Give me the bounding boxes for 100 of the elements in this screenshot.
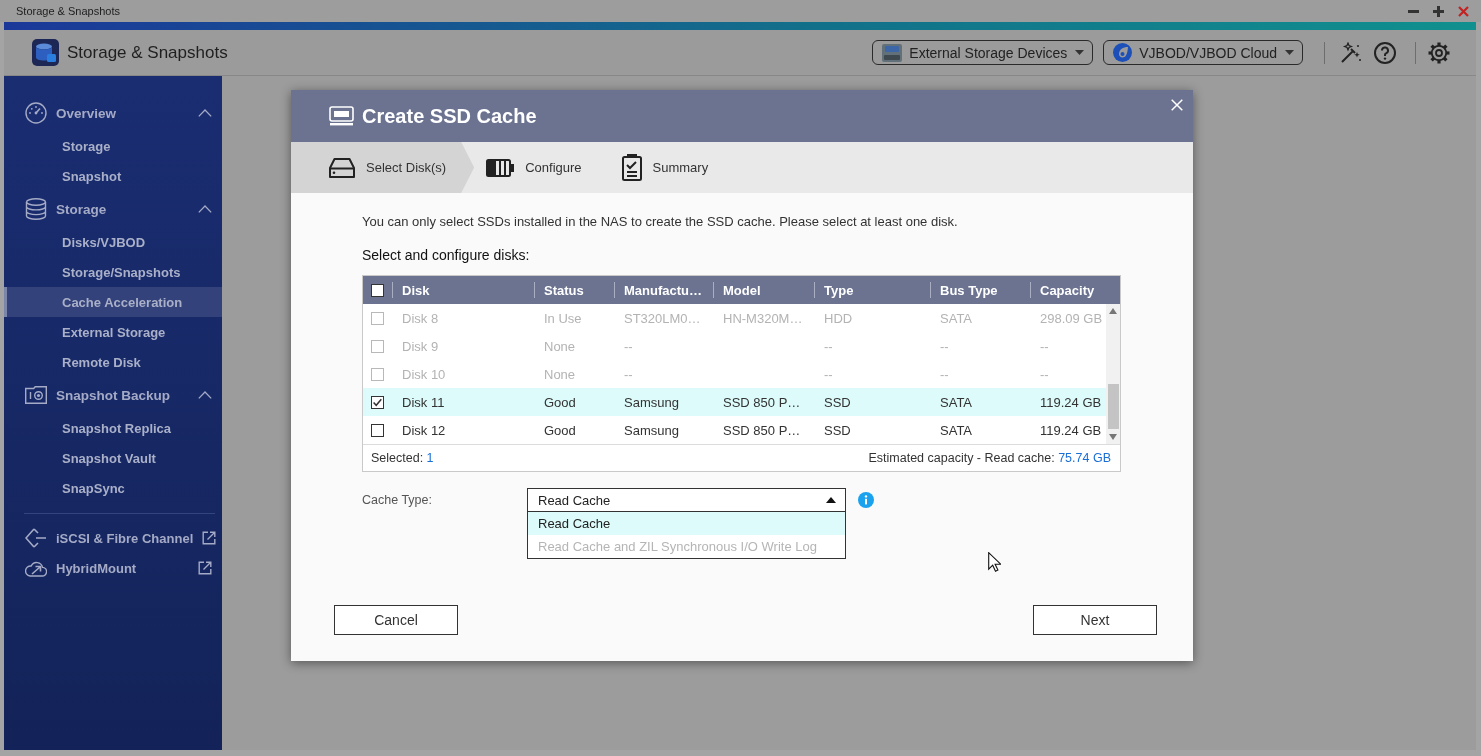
drive-icon [329, 106, 354, 126]
scroll-down-icon[interactable] [1109, 434, 1117, 440]
dialog-title: Create SSD Cache [362, 104, 537, 128]
table-cell-text: 119.24 GB [1039, 421, 1103, 440]
sidebar-item[interactable]: Snapshot Replica [4, 413, 222, 443]
battery-icon [486, 158, 515, 177]
column-header[interactable]: Capacity [1030, 276, 1120, 304]
sidebar-section[interactable]: Storage [4, 191, 222, 227]
table-cell-text: 298.09 GB [1039, 309, 1104, 328]
sidebar-item[interactable]: External Storage [4, 317, 222, 347]
table-cell-text: Disk 8 [401, 309, 440, 328]
table-cell-text: 119.24 GB [1039, 393, 1103, 412]
table-cell-text: SSD 850 P… [722, 393, 802, 412]
app-title: Storage & Snapshots [67, 42, 229, 63]
scrollbar[interactable] [1106, 304, 1120, 444]
sidebar-section[interactable]: Overview [4, 95, 222, 131]
help-icon[interactable] [1374, 41, 1396, 64]
scroll-up-icon[interactable] [1109, 308, 1117, 314]
cursor-icon [988, 552, 1001, 572]
table-cell-text: HDD [823, 309, 854, 328]
app-logo-icon [32, 39, 59, 66]
gauge-icon [25, 102, 47, 124]
table-cell-text: SATA [939, 309, 974, 328]
table-cell-text: -- [939, 337, 950, 356]
instruction-text: You can only select SSDs installed in the NAS to create the SSD cache. Please select at least one disk. [362, 214, 959, 230]
table-cell-text: In Use [543, 309, 583, 328]
table-cell-text: -- [623, 365, 634, 384]
chevron-up-icon[interactable] [198, 391, 212, 399]
column-header[interactable]: Disk [392, 276, 534, 304]
sidebar-item[interactable]: Remote Disk [4, 347, 222, 377]
table-row[interactable]: Disk 11 Good Samsung SSD 850 P… SSD SATA 119.24 GB [363, 388, 1106, 416]
swirl-icon [1113, 43, 1133, 62]
sidebar-item[interactable]: SnapSync [4, 473, 222, 503]
table-cell-text: None [543, 337, 577, 356]
section-heading: Select and configure disks: [362, 247, 531, 263]
step-tab[interactable]: Summary [609, 142, 737, 193]
database-icon [25, 198, 47, 220]
sidebar-item[interactable]: Storage/Snapshots [4, 257, 222, 287]
dropdown-option[interactable]: Read Cache [528, 512, 845, 535]
sidebar-item[interactable]: Cache Acceleration [4, 287, 222, 317]
column-header[interactable]: Bus Type [930, 276, 1030, 304]
checkbox[interactable] [371, 283, 384, 297]
clipboard-check-icon [621, 154, 642, 181]
selected-count: Selected: 1 [371, 451, 434, 465]
dropdown-button[interactable]: VJBOD/VJBOD Cloud [1103, 40, 1303, 65]
external-link-icon [198, 561, 212, 575]
caret-down-icon [1285, 50, 1294, 55]
info-icon[interactable] [858, 492, 874, 508]
dropdown-button[interactable]: External Storage Devices [872, 40, 1094, 65]
sidebar-item[interactable]: Disks/VJBOD [4, 227, 222, 257]
hard-drive-icon [329, 157, 355, 178]
sidebar-section[interactable]: Snapshot Backup [4, 377, 222, 413]
external-link-icon [202, 531, 217, 545]
sidebar-item[interactable]: Snapshot Vault [4, 443, 222, 473]
drive-icon [882, 43, 903, 62]
table-cell-text: ST320LM0… [623, 309, 702, 328]
table-cell-text: Disk 10 [401, 365, 447, 384]
sidebar-item[interactable]: Snapshot [4, 161, 222, 191]
table-cell-text: Disk 9 [401, 337, 440, 356]
cloud-icon [25, 559, 47, 577]
sidebar-item[interactable]: Storage [4, 131, 222, 161]
column-header[interactable]: Type [814, 276, 930, 304]
column-header[interactable]: Status [534, 276, 614, 304]
column-header[interactable]: Manufactu… [614, 276, 713, 304]
checkbox[interactable] [371, 423, 384, 437]
table-cell-text: None [543, 365, 577, 384]
table-cell-text: Disk 11 [401, 393, 446, 412]
table-cell-text: -- [623, 337, 634, 356]
estimated-capacity: Estimated capacity - Read cache: 75.74 GB [868, 451, 1111, 465]
sidebar-link[interactable]: HybridMount [4, 553, 222, 583]
cache-type-select[interactable]: Read Cache [527, 488, 846, 512]
maximize-icon[interactable] [1433, 5, 1444, 17]
table-cell-text: Samsung [623, 421, 680, 440]
settings-icon[interactable] [1427, 40, 1451, 65]
window-title: Storage & Snapshots [16, 5, 121, 17]
table-row[interactable]: Disk 12 Good Samsung SSD 850 P… SSD SATA 119.24 GB [363, 416, 1106, 444]
checkbox[interactable] [371, 395, 384, 409]
connector-icon [25, 528, 47, 548]
chevron-up-icon[interactable] [198, 205, 212, 213]
table-cell-text: -- [939, 365, 950, 384]
sidebar-link[interactable]: iSCSI & Fibre Channel [4, 523, 222, 553]
table-cell-text: Samsung [623, 393, 680, 412]
table-cell-text: -- [823, 365, 834, 384]
scrollbar-thumb[interactable] [1107, 384, 1119, 429]
table-cell-text: Good [543, 393, 577, 412]
table-cell-text: SSD 850 P… [722, 421, 802, 440]
table-cell-text: Disk 12 [401, 421, 447, 440]
dialog-button[interactable]: Cancel [334, 605, 458, 635]
chevron-up-icon[interactable] [198, 109, 212, 117]
table-cell-text: -- [1039, 337, 1050, 356]
table-cell-text: SSD [823, 421, 852, 440]
table-cell-text: SATA [939, 421, 974, 440]
dialog-button[interactable]: Next [1033, 605, 1157, 635]
step-tab[interactable]: Select Disk(s) [291, 142, 475, 193]
magic-wand-icon[interactable] [1340, 41, 1362, 64]
column-header[interactable]: Model [713, 276, 814, 304]
table-cell-text: Good [543, 421, 577, 440]
camera-icon [25, 386, 47, 404]
minimize-icon[interactable] [1408, 9, 1419, 13]
step-tab[interactable]: Configure [474, 142, 610, 193]
